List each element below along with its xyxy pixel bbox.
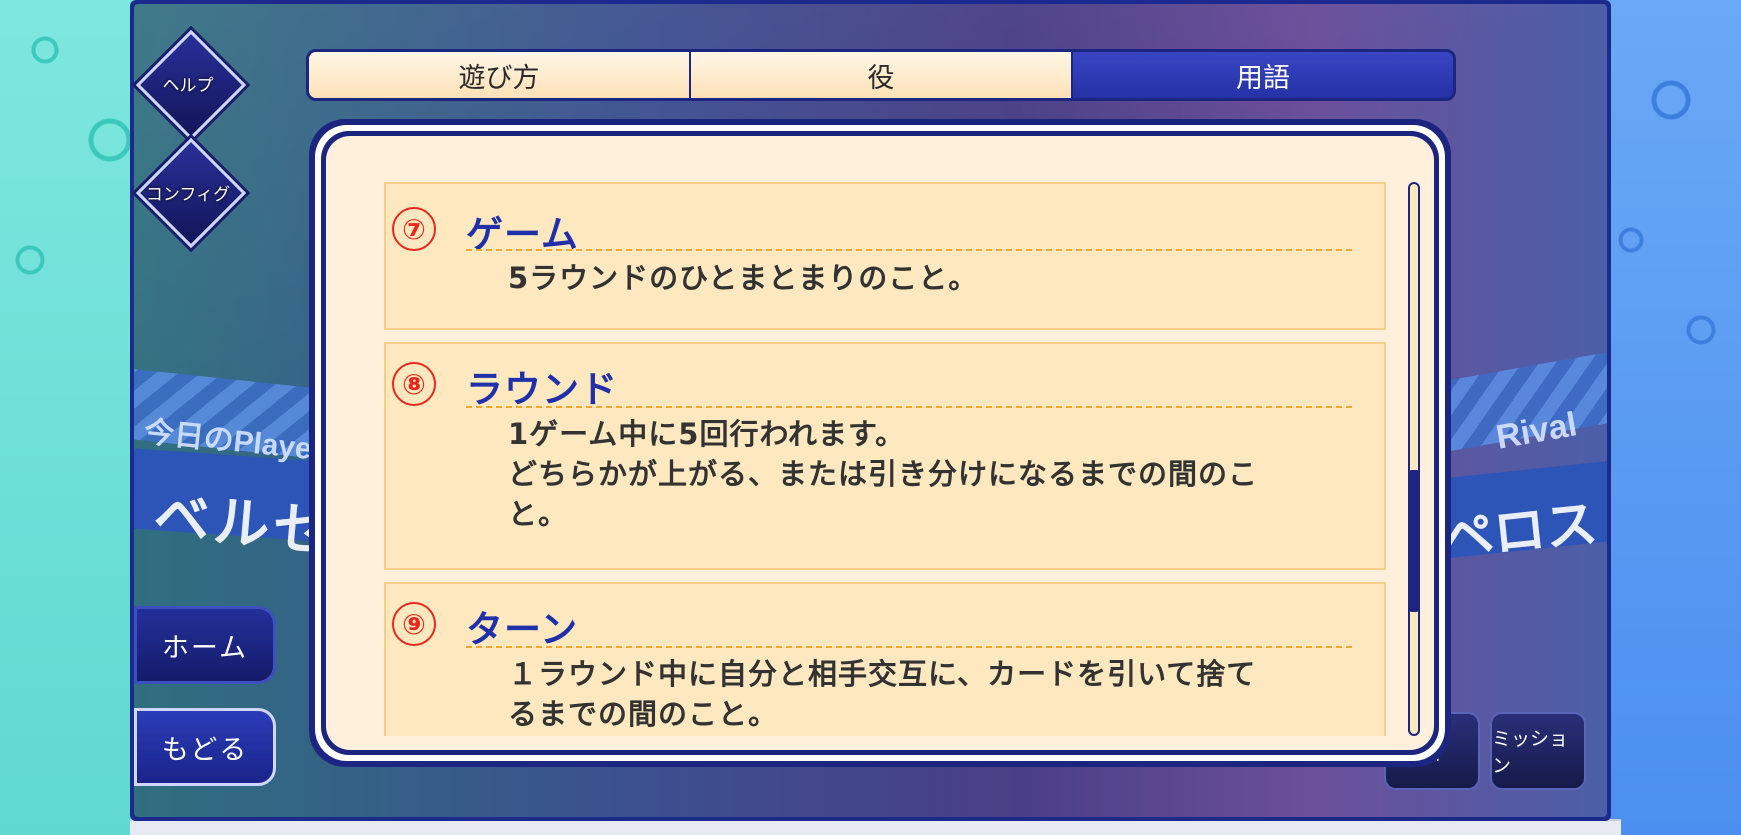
- glossary-entry: ⑨ ターン １ラウンド中に自分と相手交互に、カードを引いて捨て るまでの間のこと…: [384, 582, 1386, 736]
- description-line: １ラウンド中に自分と相手交互に、カードを引いて捨て: [508, 657, 1257, 691]
- description-line: るまでの間のこと。: [508, 697, 779, 731]
- entry-title: ラウンド: [466, 368, 618, 411]
- help-label: ヘルプ: [162, 76, 214, 96]
- glossary-panel: ⑦ ゲーム 5ラウンドのひとまとまりのこと。 ⑧ ラウンド 1ゲーム中に5回行わ…: [309, 119, 1451, 767]
- left-backdrop: [0, 0, 140, 835]
- panel-inner-border: ⑦ ゲーム 5ラウンドのひとまとまりのこと。 ⑧ ラウンド 1ゲーム中に5回行わ…: [321, 131, 1439, 755]
- tab-how-to-play[interactable]: 遊び方: [309, 52, 691, 98]
- panel-border: ⑦ ゲーム 5ラウンドのひとまとまりのこと。 ⑧ ラウンド 1ゲーム中に5回行わ…: [315, 125, 1445, 761]
- scrollbar-track[interactable]: [1408, 182, 1420, 736]
- rival-name: ペロス: [1438, 493, 1601, 570]
- entry-number: ⑧: [392, 362, 436, 406]
- glossary-entry: ⑧ ラウンド 1ゲーム中に5回行われます。 どちらかが上がる、または引き分けにな…: [384, 342, 1386, 570]
- entry-description: 5ラウンドのひとまとまりのこと。: [508, 258, 1288, 298]
- panel-content: ⑦ ゲーム 5ラウンドのひとまとまりのこと。 ⑧ ラウンド 1ゲーム中に5回行わ…: [326, 136, 1434, 750]
- scrollbar-thumb[interactable]: [1408, 470, 1420, 612]
- tab-bar: 遊び方 役 用語: [306, 49, 1456, 101]
- mission-button[interactable]: ミッション: [1490, 712, 1586, 790]
- home-button[interactable]: ホーム: [134, 606, 276, 684]
- glossary-list[interactable]: ⑦ ゲーム 5ラウンドのひとまとまりのこと。 ⑧ ラウンド 1ゲーム中に5回行わ…: [384, 182, 1388, 736]
- tab-glossary[interactable]: 用語: [1073, 52, 1453, 98]
- description-line: どちらかが上がる、または引き分けになるまでの間のこ: [508, 457, 1259, 491]
- entry-title: ターン: [466, 608, 579, 651]
- entry-number: ⑦: [392, 207, 436, 251]
- entry-description: １ラウンド中に自分と相手交互に、カードを引いて捨て るまでの間のこと。: [508, 654, 1288, 734]
- entry-divider: [466, 406, 1352, 408]
- description-line: 1ゲーム中に5回行われます。: [508, 417, 906, 451]
- description-line: と。: [508, 497, 569, 531]
- back-button[interactable]: もどる: [134, 708, 276, 786]
- bottom-strip: [130, 819, 1621, 835]
- glossary-entry: ⑦ ゲーム 5ラウンドのひとまとまりのこと。: [384, 182, 1386, 330]
- entry-divider: [466, 249, 1352, 251]
- entry-divider: [466, 646, 1352, 648]
- right-backdrop: [1591, 0, 1741, 835]
- config-label: コンフィグ: [145, 185, 231, 205]
- entry-number: ⑨: [392, 602, 436, 646]
- description-line: 5ラウンドのひとまとまりのこと。: [508, 261, 979, 295]
- tab-hands[interactable]: 役: [691, 52, 1073, 98]
- entry-description: 1ゲーム中に5回行われます。 どちらかが上がる、または引き分けになるまでの間のこ…: [508, 414, 1288, 534]
